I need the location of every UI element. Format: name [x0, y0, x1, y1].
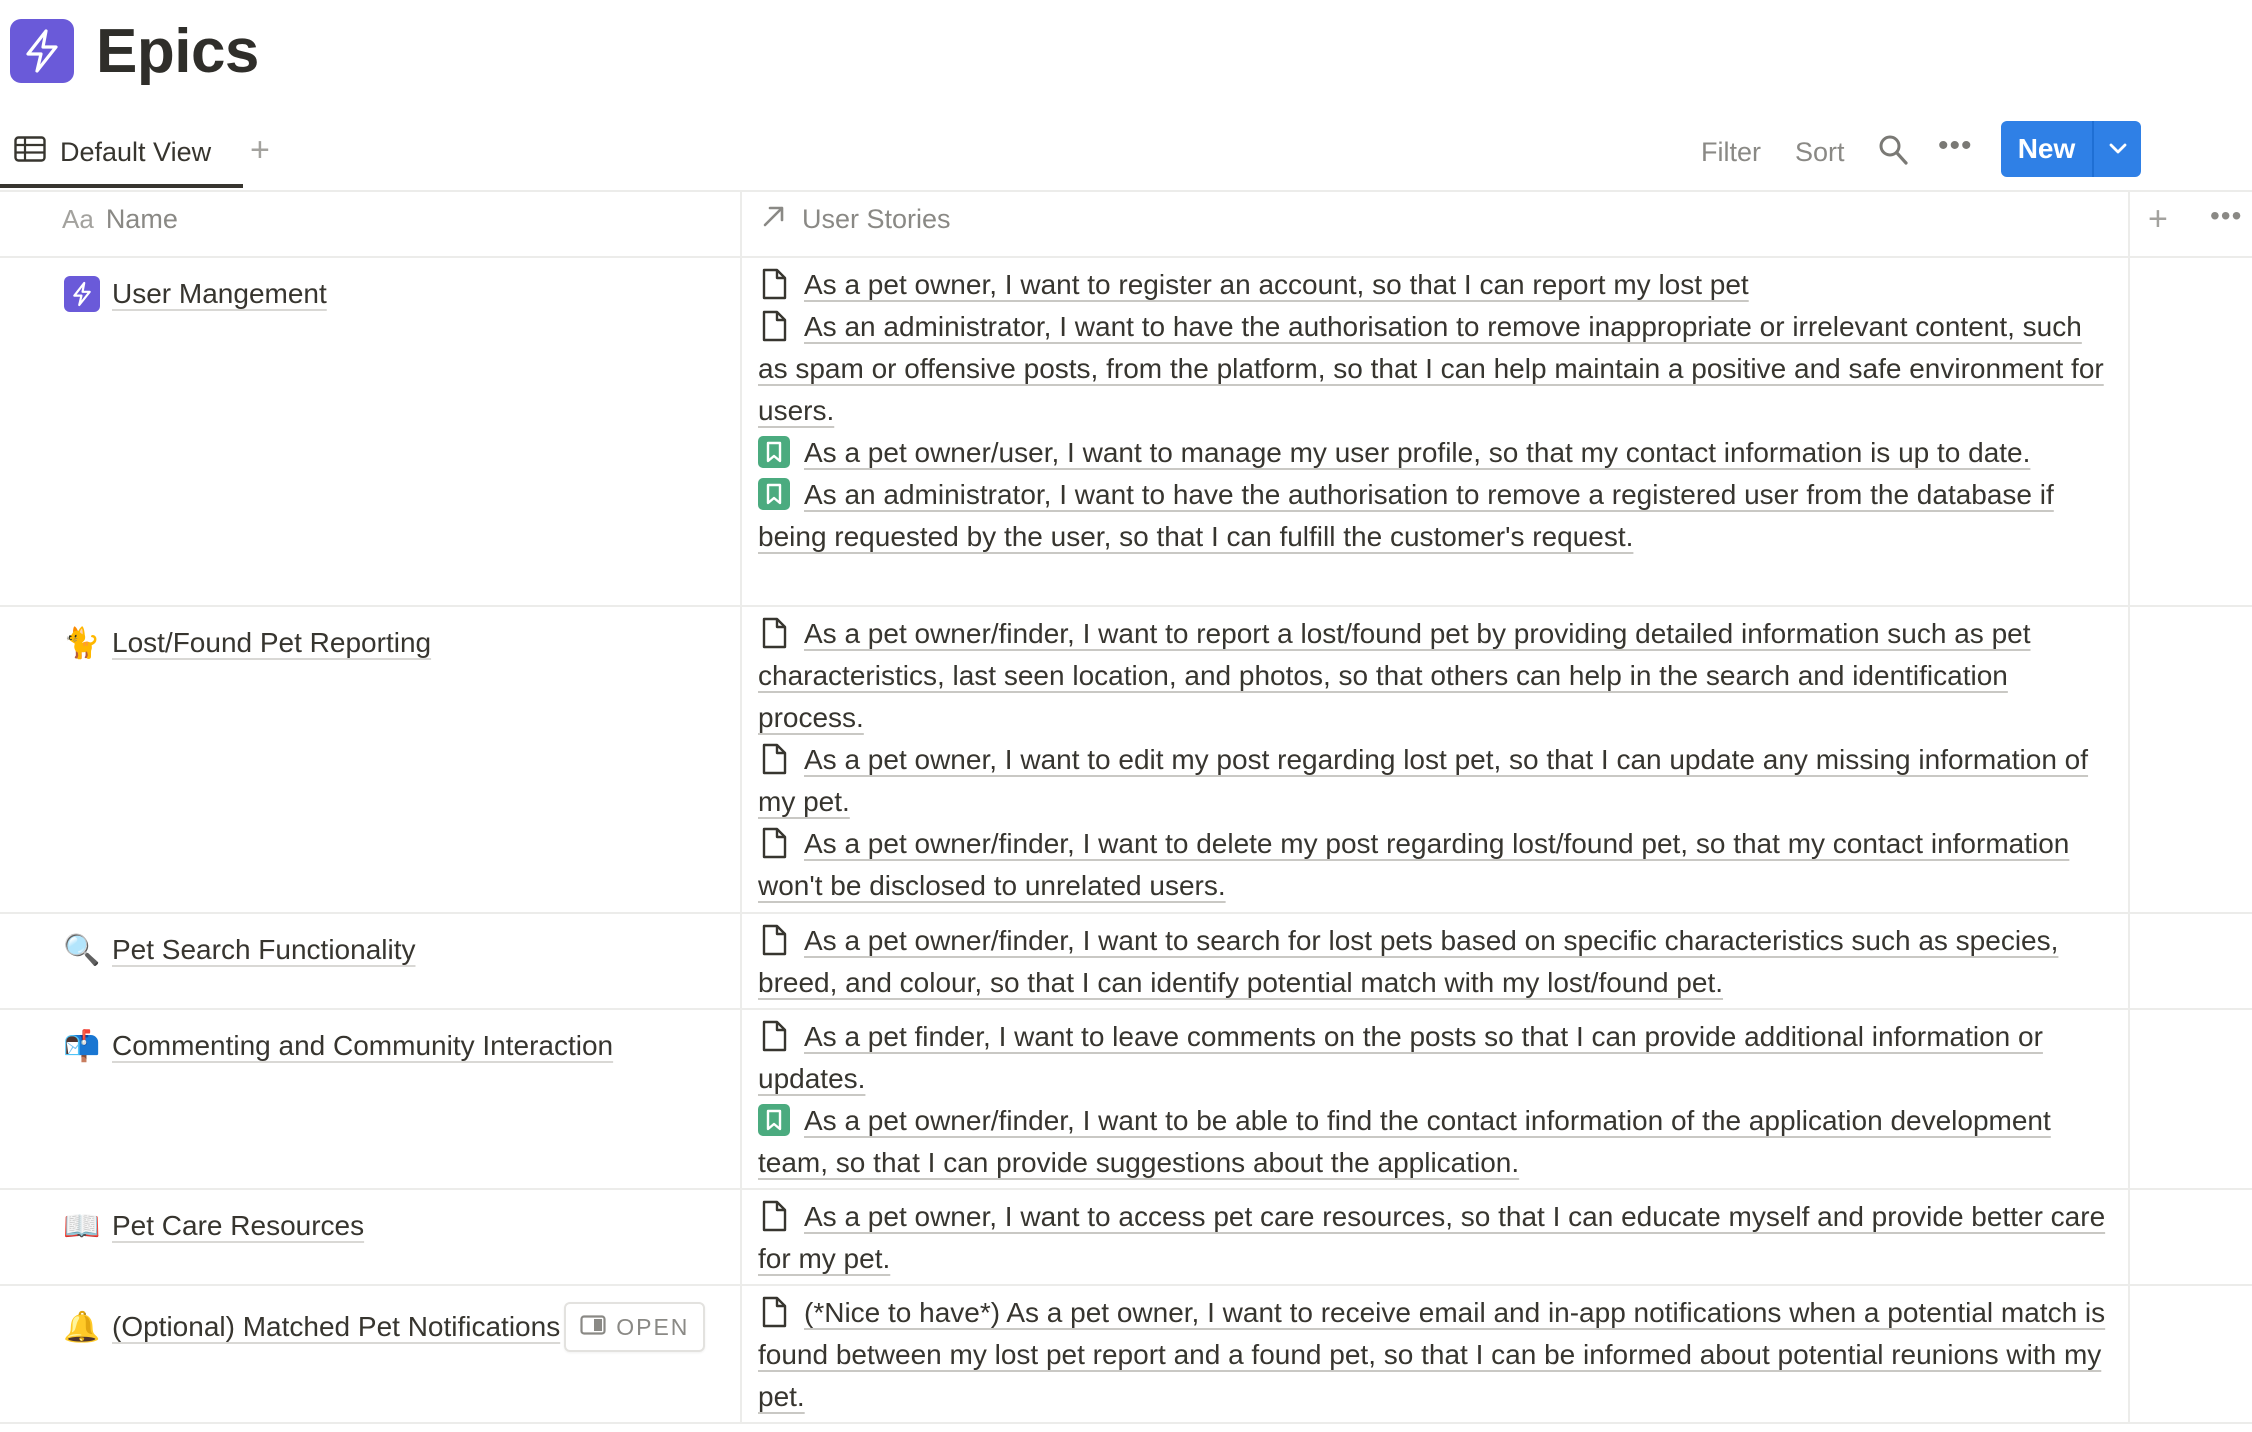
table-row[interactable]: 📖 Pet Care Resources As a pet owner, I w…	[0, 1190, 2252, 1286]
add-property-icon[interactable]: +	[2148, 200, 2168, 239]
column-header-name[interactable]: Aa Name	[62, 204, 178, 235]
user-stories-cell[interactable]: As a pet owner, I want to register an ac…	[758, 264, 2110, 558]
row-title[interactable]: Pet Search Functionality	[112, 934, 416, 966]
story-link[interactable]: As a pet owner, I want to edit my post r…	[758, 744, 2088, 817]
bookmark-icon	[758, 436, 790, 468]
page-icon	[758, 1020, 790, 1052]
open-button-label: OPEN	[616, 1313, 690, 1340]
bookmark-icon	[758, 1104, 790, 1136]
page-icon	[758, 827, 790, 859]
table-row[interactable]: 📬 Commenting and Community Interaction A…	[0, 1010, 2252, 1190]
table-header: Aa Name User Stories + •••	[0, 190, 2252, 258]
tab-default-view[interactable]: Default View	[14, 130, 211, 174]
story-link[interactable]: As a pet owner/finder, I want to report …	[758, 618, 2031, 733]
page-icon	[758, 1200, 790, 1232]
bookmark-icon	[758, 478, 790, 510]
active-tab-indicator	[0, 184, 243, 188]
table-row[interactable]: 🐈 Lost/Found Pet Reporting As a pet owne…	[0, 607, 2252, 914]
column-header-user-stories-label: User Stories	[802, 204, 951, 234]
book-emoji: 📖	[63, 1209, 101, 1243]
new-button-label: New	[2017, 133, 2076, 164]
more-options-icon[interactable]: •••	[2210, 200, 2242, 232]
tab-default-view-label: Default View	[60, 136, 212, 167]
lightning-bolt-icon[interactable]	[10, 19, 74, 83]
row-title[interactable]: Commenting and Community Interaction	[112, 1030, 613, 1062]
row-title[interactable]: (Optional) Matched Pet Notifications	[112, 1311, 560, 1343]
lightning-bolt-icon	[62, 274, 102, 314]
row-title[interactable]: Lost/Found Pet Reporting	[112, 627, 431, 659]
page-icon	[758, 268, 790, 300]
open-button[interactable]: OPEN	[564, 1302, 706, 1352]
magnifier-emoji: 🔍	[63, 933, 101, 967]
cat-emoji: 🐈	[63, 626, 101, 660]
column-header-user-stories[interactable]: User Stories	[762, 204, 951, 235]
table-row[interactable]: User Mangement As a pet owner, I want to…	[0, 258, 2252, 607]
page-icon	[758, 924, 790, 956]
story-link[interactable]: As a pet owner, I want to access pet car…	[758, 1201, 2105, 1274]
user-stories-cell[interactable]: As a pet owner/finder, I want to search …	[758, 920, 2110, 1004]
new-button[interactable]: New	[2001, 121, 2141, 177]
page-title: Epics	[96, 16, 259, 86]
story-link[interactable]: As a pet owner/finder, I want to delete …	[758, 828, 2069, 901]
page-icon	[758, 310, 790, 342]
story-link[interactable]: As an administrator, I want to have the …	[758, 311, 2104, 426]
story-link[interactable]: As a pet finder, I want to leave comment…	[758, 1021, 2043, 1094]
bell-emoji: 🔔	[63, 1310, 101, 1344]
story-link[interactable]: As a pet owner, I want to register an ac…	[804, 269, 1749, 300]
story-link[interactable]: As a pet owner/finder, I want to search …	[758, 925, 2058, 998]
relation-arrow-icon	[762, 204, 786, 235]
sort-button[interactable]: Sort	[1795, 132, 1845, 172]
page-icon	[758, 1296, 790, 1328]
story-link[interactable]: As a pet owner/finder, I want to be able…	[758, 1105, 2051, 1178]
mailbox-emoji: 📬	[63, 1029, 101, 1063]
view-toolbar: Default View + Filter Sort ••• New	[0, 116, 2252, 192]
side-peek-icon	[580, 1314, 606, 1341]
search-icon[interactable]	[1878, 134, 1908, 177]
column-header-name-label: Name	[105, 204, 178, 234]
story-link[interactable]: (*Nice to have*) As a pet owner, I want …	[758, 1297, 2105, 1412]
page-icon	[758, 617, 790, 649]
story-link[interactable]: As a pet owner/user, I want to manage my…	[804, 437, 2030, 468]
story-link[interactable]: As an administrator, I want to have the …	[758, 479, 2054, 552]
user-stories-cell[interactable]: As a pet finder, I want to leave comment…	[758, 1016, 2110, 1184]
text-property-icon: Aa	[62, 204, 94, 234]
user-stories-cell[interactable]: As a pet owner/finder, I want to report …	[758, 613, 2110, 907]
page-icon	[758, 743, 790, 775]
filter-button[interactable]: Filter	[1701, 132, 1761, 172]
more-options-icon[interactable]: •••	[1938, 126, 1973, 166]
chevron-down-icon[interactable]	[2094, 143, 2141, 155]
user-stories-cell[interactable]: As a pet owner, I want to access pet car…	[758, 1196, 2110, 1280]
add-view-icon[interactable]: +	[250, 132, 270, 168]
row-title[interactable]: User Mangement	[112, 278, 327, 310]
table-row[interactable]: 🔔 (Optional) Matched Pet Notifications O…	[0, 1286, 2252, 1424]
table-icon	[14, 135, 46, 169]
page-header: Epics	[10, 14, 259, 88]
user-stories-cell[interactable]: (*Nice to have*) As a pet owner, I want …	[758, 1292, 2110, 1418]
row-title[interactable]: Pet Care Resources	[112, 1210, 364, 1242]
table-row[interactable]: 🔍 Pet Search Functionality As a pet owne…	[0, 914, 2252, 1010]
